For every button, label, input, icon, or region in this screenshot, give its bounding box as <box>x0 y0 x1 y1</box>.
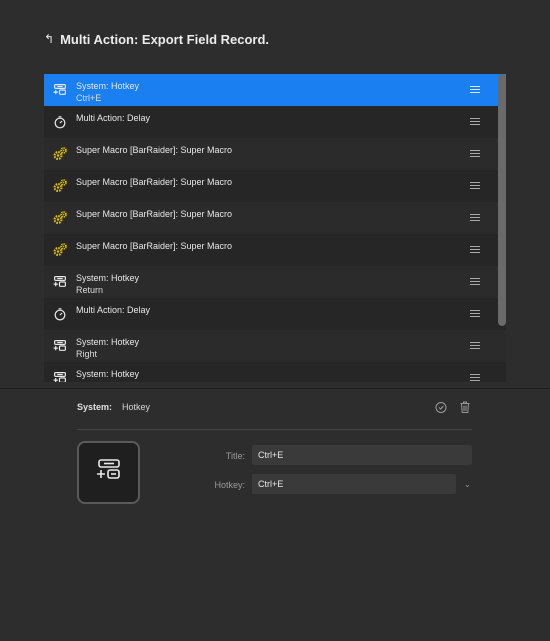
action-title: System: Hotkey <box>76 369 140 379</box>
action-subtitle: Right <box>76 349 98 359</box>
action-title: Super Macro [BarRaider]: Super Macro <box>76 209 233 219</box>
timer-icon <box>44 298 76 330</box>
key-preview[interactable] <box>77 441 140 504</box>
action-row[interactable]: Multi Action: Delay <box>44 298 506 330</box>
chevron-down-icon[interactable]: ⌄ <box>464 480 471 489</box>
list-scrollbar[interactable] <box>498 74 506 326</box>
hotkey-icon <box>44 266 76 298</box>
action-title: Multi Action: Delay <box>76 305 151 315</box>
gears-icon <box>44 202 76 234</box>
action-row[interactable]: Super Macro [BarRaider]: Super Macro <box>44 234 506 266</box>
drag-handle-icon[interactable] <box>470 118 480 125</box>
drag-handle-icon[interactable] <box>470 310 480 317</box>
header: ↰ Multi Action: Export Field Record. <box>44 30 269 48</box>
action-title: System: Hotkey <box>76 337 140 347</box>
drag-handle-icon[interactable] <box>470 246 480 253</box>
properties-separator <box>77 429 472 430</box>
page-title: Multi Action: Export Field Record. <box>60 31 270 47</box>
panel-divider <box>0 388 550 389</box>
gears-icon <box>44 170 76 202</box>
properties-header: System: Hotkey <box>77 402 150 412</box>
trash-icon[interactable] <box>458 400 472 419</box>
action-title: System: Hotkey <box>76 273 140 283</box>
action-title: Super Macro [BarRaider]: Super Macro <box>76 241 233 251</box>
action-row[interactable]: Super Macro [BarRaider]: Super Macro <box>44 138 506 170</box>
drag-handle-icon[interactable] <box>470 86 480 93</box>
gears-icon <box>44 138 76 170</box>
properties-toolbar <box>434 400 472 419</box>
action-row[interactable]: Multi Action: Delay <box>44 106 506 138</box>
timer-icon <box>44 106 76 138</box>
hotkey-icon <box>44 74 76 106</box>
action-title: Super Macro [BarRaider]: Super Macro <box>76 145 233 155</box>
hotkey-input[interactable]: Ctrl+E <box>252 474 456 494</box>
action-row[interactable]: System: Hotkey Return <box>44 266 506 298</box>
action-row[interactable]: System: Hotkey Right <box>44 330 506 362</box>
action-title: System: Hotkey <box>76 81 140 91</box>
action-list[interactable]: System: Hotkey Ctrl+E Multi Action: Delay S… <box>44 74 506 382</box>
drag-handle-icon[interactable] <box>470 214 480 221</box>
hotkey-icon <box>44 330 76 362</box>
action-name: Hotkey <box>122 402 151 412</box>
drag-handle-icon[interactable] <box>470 182 480 189</box>
action-title: Super Macro [BarRaider]: Super Macro <box>76 177 233 187</box>
back-arrow-icon[interactable]: ↰ <box>44 33 54 45</box>
drag-handle-icon[interactable] <box>470 150 480 157</box>
title-label: Title: <box>225 451 245 461</box>
drag-handle-icon[interactable] <box>470 342 480 349</box>
action-row[interactable]: Super Macro [BarRaider]: Super Macro <box>44 202 506 234</box>
hotkey-icon <box>44 362 76 382</box>
hotkey-icon <box>96 457 122 488</box>
action-row[interactable]: System: Hotkey <box>44 362 506 382</box>
drag-handle-icon[interactable] <box>470 374 480 381</box>
hotkey-label: Hotkey: <box>214 480 245 490</box>
action-row[interactable]: Super Macro [BarRaider]: Super Macro <box>44 170 506 202</box>
action-row[interactable]: System: Hotkey Ctrl+E <box>44 74 506 106</box>
action-subtitle: Return <box>76 285 104 295</box>
action-category: System: <box>77 402 113 412</box>
drag-handle-icon[interactable] <box>470 278 480 285</box>
action-title: Multi Action: Delay <box>76 113 151 123</box>
gears-icon <box>44 234 76 266</box>
action-subtitle: Ctrl+E <box>76 93 102 103</box>
title-input[interactable]: Ctrl+E <box>252 445 472 465</box>
timer-check-icon[interactable] <box>434 400 448 419</box>
